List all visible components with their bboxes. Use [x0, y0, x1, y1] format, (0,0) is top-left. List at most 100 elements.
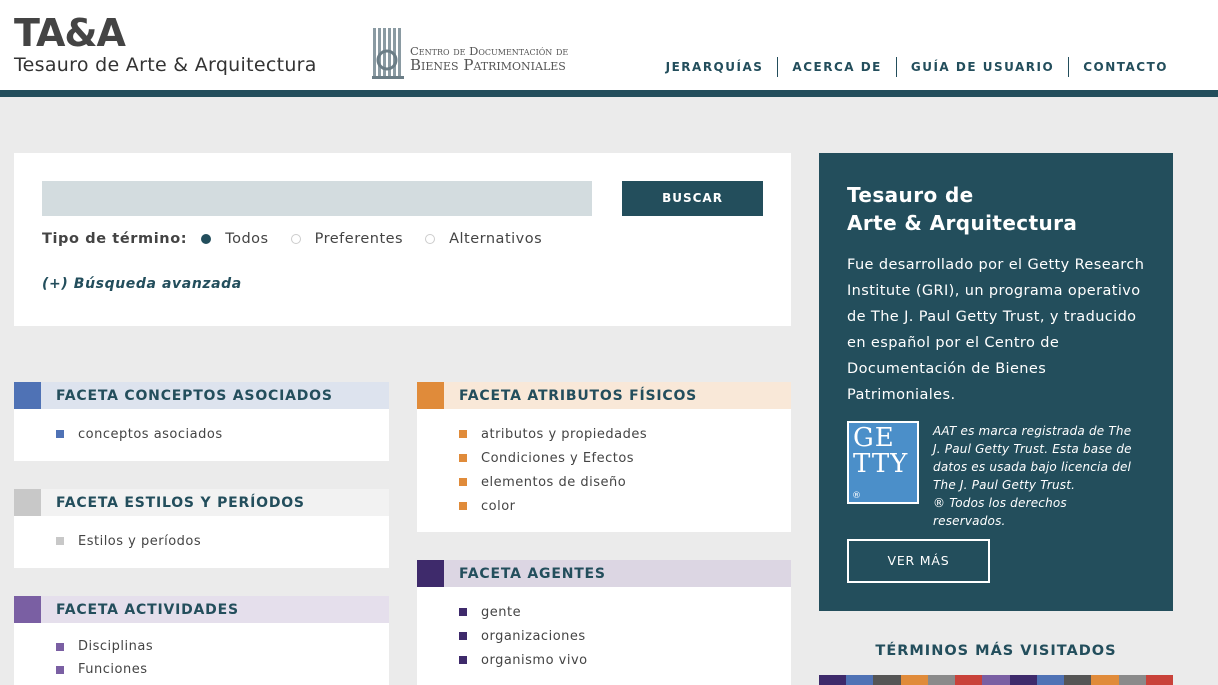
facet-link[interactable]: color [459, 494, 791, 518]
facet-link-label[interactable]: color [481, 499, 516, 514]
facet-actividades: FACETA ACTIVIDADES Disciplinas Funciones [14, 596, 389, 685]
advanced-search-link[interactable]: (+) Búsqueda avanzada [42, 276, 242, 292]
nav-jerarquias[interactable]: JERARQUÍAS [652, 57, 778, 77]
about-title: Tesauro de Arte & Arquitectura [847, 181, 1077, 237]
term-type-label: Tipo de término: [42, 231, 188, 247]
radio-label: Todos [225, 231, 269, 247]
search-button[interactable]: BUSCAR [622, 181, 763, 216]
color-strip-segment [955, 675, 983, 685]
color-strip-segment [1091, 675, 1119, 685]
radio-selected-icon[interactable] [201, 234, 212, 244]
square-bullet-icon [56, 430, 64, 438]
facet-link[interactable]: atributos y propiedades [459, 422, 791, 446]
nav-guia-de-usuario[interactable]: GUÍA DE USUARIO [895, 57, 1068, 77]
square-bullet-icon [459, 430, 467, 438]
radio-label: Alternativos [449, 231, 543, 247]
facet-header[interactable]: FACETA CONCEPTOS ASOCIADOS [14, 382, 389, 409]
facet-header[interactable]: FACETA ATRIBUTOS FÍSICOS [417, 382, 791, 409]
facet-title[interactable]: FACETA ACTIVIDADES [56, 602, 239, 618]
radio-unselected-icon[interactable] [290, 234, 301, 244]
facet-link[interactable]: gente [459, 600, 791, 624]
search-input[interactable] [42, 181, 592, 216]
facet-color-swatch [14, 596, 41, 623]
facet-link-label[interactable]: Funciones [78, 662, 147, 677]
facet-link[interactable]: elementos de diseño [459, 470, 791, 494]
brand-logo[interactable]: TA&A [14, 12, 126, 54]
registered-mark: ® [852, 491, 861, 501]
facet-link[interactable]: Disciplinas [56, 635, 389, 658]
color-strip-segment [927, 675, 956, 685]
facet-title[interactable]: FACETA AGENTES [459, 566, 606, 582]
facet-items: Estilos y períodos [14, 516, 389, 553]
brand-name[interactable]: Tesauro de Arte & Arquitectura [14, 54, 317, 76]
facet-link-label[interactable]: elementos de diseño [481, 475, 626, 490]
facet-color-swatch [14, 382, 41, 409]
about-description: Fue desarrollado por el Getty Research I… [847, 257, 1145, 403]
facet-header[interactable]: FACETA AGENTES [417, 560, 791, 587]
facet-link[interactable]: Funciones [56, 658, 389, 681]
facet-items: Disciplinas Funciones [14, 623, 389, 681]
getty-logo-icon: GETTY ® [847, 421, 919, 504]
facet-conceptos-asociados: FACETA CONCEPTOS ASOCIADOS conceptos aso… [14, 382, 389, 461]
facet-link[interactable]: conceptos asociados [56, 422, 389, 446]
color-strip-segment [982, 675, 1010, 685]
radio-alternativos[interactable]: Alternativos [425, 231, 542, 247]
color-strip-segment [1009, 675, 1037, 685]
square-bullet-icon [56, 642, 64, 651]
square-bullet-icon [56, 537, 64, 545]
partner-name-line2: Bienes Patrimoniales [410, 56, 566, 74]
square-bullet-icon [459, 632, 467, 640]
facet-link-label[interactable]: conceptos asociados [78, 427, 223, 442]
facet-items: conceptos asociados [14, 409, 389, 446]
facet-link-label[interactable]: gente [481, 605, 521, 620]
radio-preferentes[interactable]: Preferentes [290, 231, 404, 247]
square-bullet-icon [459, 502, 467, 510]
about-panel: Tesauro de Arte & Arquitectura Fue desar… [819, 153, 1173, 611]
facet-link[interactable]: organizaciones [459, 624, 791, 648]
facet-link[interactable]: organismo vivo [459, 648, 791, 672]
facet-link-label[interactable]: Disciplinas [78, 639, 153, 654]
facet-estilos-periodos: FACETA ESTILOS Y PERÍODOS Estilos y perí… [14, 489, 389, 568]
facet-link-label[interactable]: Estilos y períodos [78, 534, 201, 549]
ver-mas-button[interactable]: VER MÁS [847, 539, 990, 583]
facet-header[interactable]: FACETA ACTIVIDADES [14, 596, 389, 623]
facet-title[interactable]: FACETA CONCEPTOS ASOCIADOS [56, 388, 333, 404]
color-strip-segment [1036, 675, 1065, 685]
facet-color-swatch [14, 489, 41, 516]
getty-logo-box: GETTY ® [849, 423, 917, 502]
square-bullet-icon [56, 665, 64, 674]
facet-items: gente organizaciones organismo vivo [417, 587, 791, 672]
radio-unselected-icon[interactable] [425, 234, 436, 244]
facet-link-label[interactable]: organismo vivo [481, 653, 588, 668]
term-type-selector: Tipo de término: Todos Preferentes Alter… [42, 231, 564, 247]
trademark-text: AAT es marca registrada de The J. Paul G… [933, 424, 1132, 492]
nav-acerca-de[interactable]: ACERCA DE [777, 57, 895, 77]
facet-color-swatch [417, 560, 444, 587]
facet-link[interactable]: Condiciones y Efectos [459, 446, 791, 470]
radio-todos[interactable]: Todos [201, 231, 268, 247]
facet-link[interactable]: Estilos y períodos [56, 529, 389, 553]
main-nav: JERARQUÍAS ACERCA DE GUÍA DE USUARIO CON… [652, 57, 1168, 77]
getty-wordmark: GETTY [853, 423, 909, 479]
color-strip-segment [1118, 675, 1146, 685]
header-divider [0, 90, 1218, 97]
facet-header[interactable]: FACETA ESTILOS Y PERÍODOS [14, 489, 389, 516]
square-bullet-icon [459, 454, 467, 462]
facet-link-label[interactable]: atributos y propiedades [481, 427, 647, 442]
facet-items: atributos y propiedades Condiciones y Ef… [417, 409, 791, 518]
site-header: TA&A Tesauro de Arte & Arquitectura Cent… [0, 0, 1218, 90]
facet-title[interactable]: FACETA ESTILOS Y PERÍODOS [56, 495, 305, 511]
square-bullet-icon [459, 478, 467, 486]
facet-title[interactable]: FACETA ATRIBUTOS FÍSICOS [459, 388, 697, 404]
color-strip-segment [846, 675, 874, 685]
top-terms-title: TÉRMINOS MÁS VISITADOS [875, 643, 1117, 659]
top-terms-color-strip [819, 675, 1174, 685]
square-bullet-icon [459, 656, 467, 664]
facet-link-label[interactable]: Condiciones y Efectos [481, 451, 634, 466]
square-bullet-icon [459, 608, 467, 616]
cdbp-logo-icon[interactable] [372, 26, 404, 80]
color-strip-segment [1145, 675, 1174, 685]
facet-link-label[interactable]: organizaciones [481, 629, 586, 644]
nav-contacto[interactable]: CONTACTO [1068, 57, 1168, 77]
color-strip-segment [900, 675, 928, 685]
